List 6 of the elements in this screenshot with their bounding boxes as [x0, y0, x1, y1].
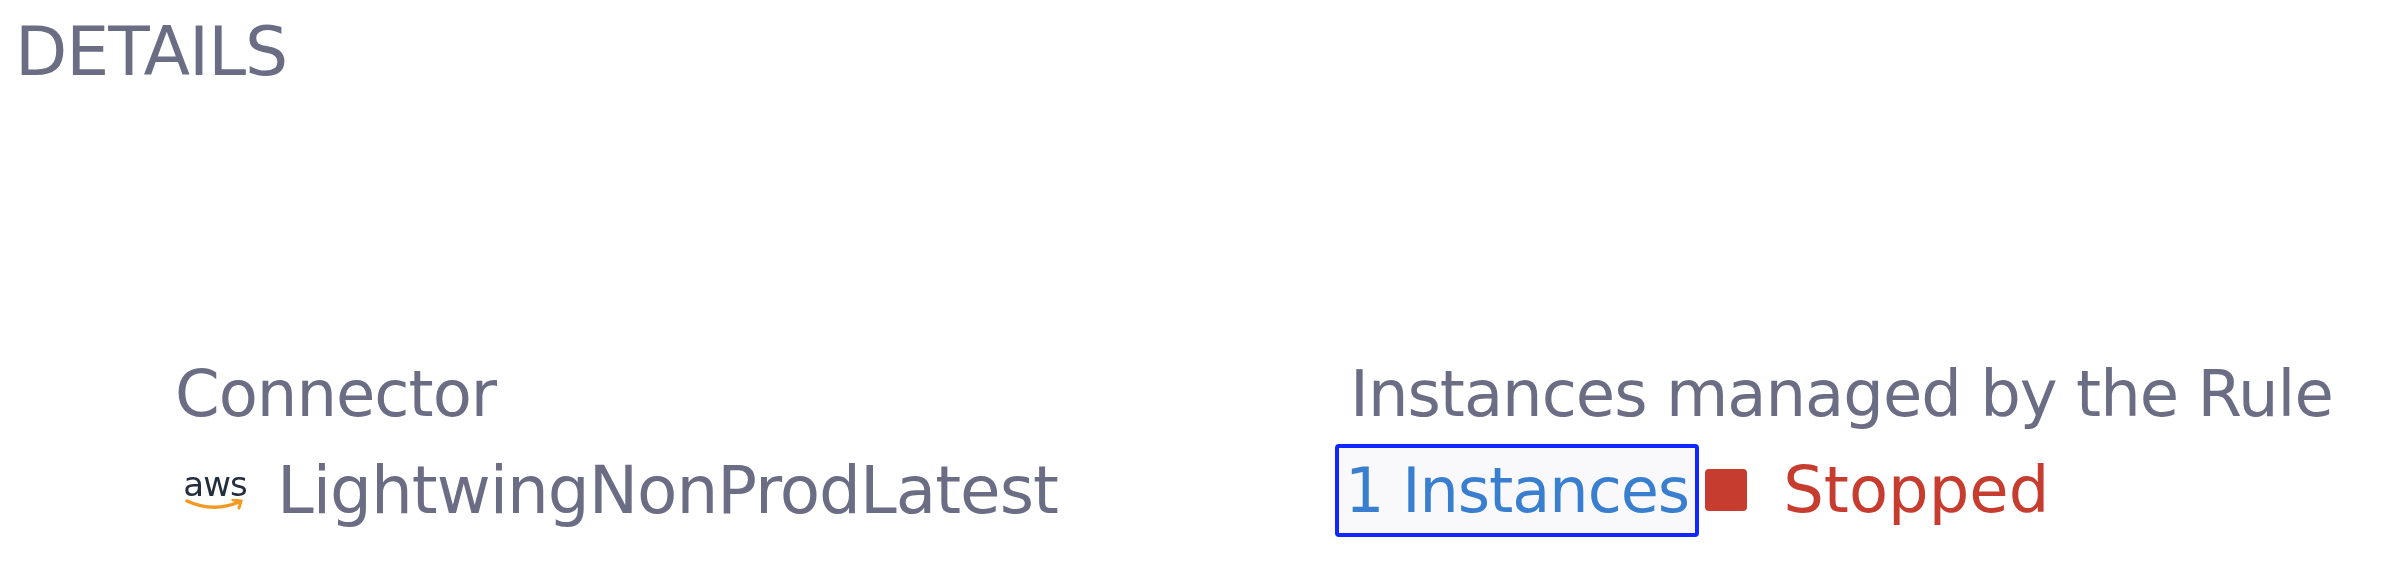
field-label: Connector — [175, 356, 498, 433]
field-label: Instances managed by the Rule — [1350, 356, 2333, 433]
status-text: Stopped — [1783, 453, 2050, 527]
instances-link[interactable]: 1 Instances — [1335, 443, 1700, 537]
section-title: DETAILS — [15, 14, 289, 90]
connector-name: LightwingNonProdLatest — [277, 451, 1058, 529]
